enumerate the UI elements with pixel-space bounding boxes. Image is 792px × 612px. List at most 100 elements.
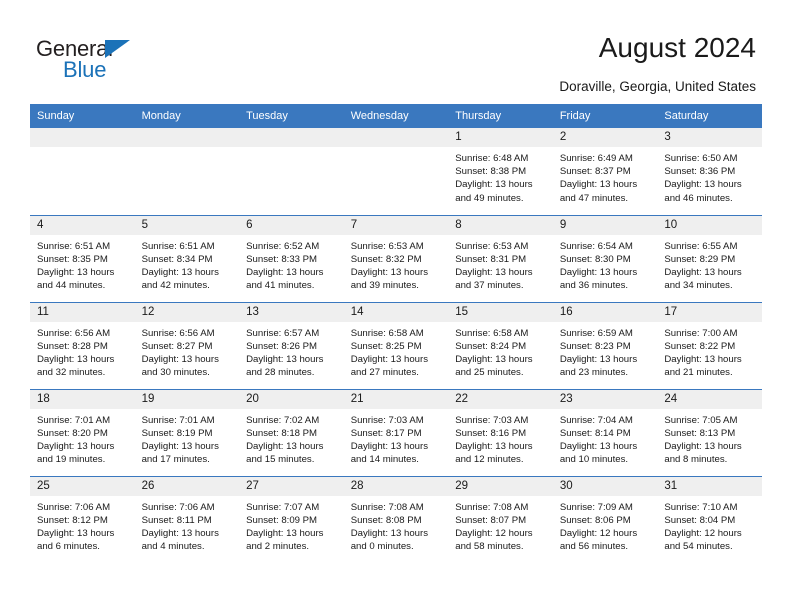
sunrise-time: Sunrise: 7:06 AM bbox=[37, 501, 111, 513]
calendar-day-cell[interactable]: 6 Sunrise: 6:52 AM Sunset: 8:33 PM Daylight… bbox=[239, 214, 344, 302]
calendar-day-cell[interactable]: 2 Sunrise: 6:49 AM Sunset: 8:37 PM Daylight… bbox=[552, 128, 658, 215]
sunrise-time: Sunrise: 6:48 AM bbox=[455, 153, 529, 164]
calendar-day-cell[interactable]: 18 Sunrise: 7:01 AM Sunset: 8:20 PM Dayligh… bbox=[30, 388, 135, 476]
daylight-duration-line1: Daylight: 13 hours bbox=[350, 440, 429, 452]
calendar-day-cell[interactable]: 5 Sunrise: 6:51 AM Sunset: 8:34 PM Daylight… bbox=[134, 214, 240, 302]
day-details: Sunrise: 7:03 AM Sunset: 8:16 PM Daylight:… bbox=[448, 409, 553, 467]
calendar-day-cell[interactable]: 30 Sunrise: 7:09 AM Sunset: 8:06 PM Dayligh… bbox=[552, 475, 658, 563]
calendar-day-cell[interactable]: 13 Sunrise: 6:57 AM Sunset: 8:26 PM Dayligh… bbox=[239, 301, 344, 389]
calendar-day-cell[interactable]: 28 Sunrise: 7:08 AM Sunset: 8:08 PM Dayligh… bbox=[343, 475, 449, 563]
daylight-duration-line2: and 47 minutes. bbox=[559, 192, 629, 204]
day-number: 1 bbox=[448, 128, 553, 147]
day-details: Sunrise: 7:01 AM Sunset: 8:19 PM Daylight:… bbox=[135, 409, 240, 467]
calendar-day-cell[interactable]: 9 Sunrise: 6:54 AM Sunset: 8:30 PM Daylight… bbox=[552, 214, 658, 302]
daylight-duration-line1: Daylight: 13 hours bbox=[37, 440, 115, 452]
calendar-day-cell[interactable]: 14 Sunrise: 6:58 AM Sunset: 8:25 PM Dayligh… bbox=[343, 301, 449, 389]
daylight-duration-line1: Daylight: 12 hours bbox=[559, 527, 638, 539]
day-details: Sunrise: 6:55 AM Sunset: 8:29 PM Daylight:… bbox=[657, 235, 762, 293]
daylight-duration-line2: and 58 minutes. bbox=[455, 541, 524, 553]
sunrise-time: Sunrise: 6:57 AM bbox=[246, 327, 320, 339]
sunrise-time: Sunrise: 7:00 AM bbox=[664, 327, 738, 339]
sunrise-time: Sunrise: 7:01 AM bbox=[141, 414, 215, 426]
daylight-duration-line1: Daylight: 13 hours bbox=[350, 353, 429, 365]
sunset-time: Sunset: 8:13 PM bbox=[664, 427, 736, 439]
sunset-time: Sunset: 8:29 PM bbox=[664, 253, 736, 265]
calendar-day-cell[interactable]: 7 Sunrise: 6:53 AM Sunset: 8:32 PM Daylight… bbox=[343, 214, 449, 302]
sunset-time: Sunset: 8:16 PM bbox=[455, 427, 527, 439]
daylight-duration-line1: Daylight: 13 hours bbox=[37, 266, 115, 278]
day-number: 17 bbox=[657, 302, 762, 322]
sunrise-time: Sunrise: 7:03 AM bbox=[350, 414, 424, 426]
daylight-duration-line1: Daylight: 13 hours bbox=[246, 527, 324, 539]
logo-text-blue: Blue bbox=[63, 57, 107, 82]
logo-triangle-icon bbox=[105, 40, 130, 58]
day-details: Sunrise: 7:04 AM Sunset: 8:14 PM Daylight:… bbox=[553, 409, 658, 467]
sunset-time: Sunset: 8:25 PM bbox=[350, 340, 422, 352]
calendar-day-cell-empty bbox=[134, 128, 240, 215]
day-details: Sunrise: 6:48 AM Sunset: 8:38 PM Daylight:… bbox=[448, 147, 553, 205]
day-number: 5 bbox=[134, 215, 240, 235]
daylight-duration-line2: and 42 minutes. bbox=[141, 280, 210, 292]
column-header-sunday: Sunday bbox=[30, 104, 135, 128]
daylight-duration-line1: Daylight: 13 hours bbox=[664, 353, 742, 365]
calendar-day-cell[interactable]: 16 Sunrise: 6:59 AM Sunset: 8:23 PM Dayligh… bbox=[552, 301, 658, 389]
daylight-duration-line2: and 28 minutes. bbox=[246, 367, 315, 379]
sunrise-time: Sunrise: 7:03 AM bbox=[455, 414, 529, 426]
day-number: 20 bbox=[239, 389, 344, 409]
sunrise-time: Sunrise: 6:58 AM bbox=[455, 327, 529, 339]
day-details: Sunrise: 7:00 AM Sunset: 8:22 PM Daylight:… bbox=[657, 322, 762, 380]
sunrise-time: Sunrise: 7:08 AM bbox=[350, 501, 424, 513]
calendar-day-cell[interactable]: 4 Sunrise: 6:51 AM Sunset: 8:35 PM Daylight… bbox=[30, 214, 135, 302]
calendar-day-cell[interactable]: 19 Sunrise: 7:01 AM Sunset: 8:19 PM Dayligh… bbox=[134, 388, 240, 476]
calendar-day-cell[interactable]: 24 Sunrise: 7:05 AM Sunset: 8:13 PM Dayligh… bbox=[657, 388, 762, 476]
sunrise-time: Sunrise: 6:52 AM bbox=[246, 240, 320, 252]
calendar-day-cell[interactable]: 23 Sunrise: 7:04 AM Sunset: 8:14 PM Dayligh… bbox=[552, 388, 658, 476]
daylight-duration-line1: Daylight: 13 hours bbox=[141, 440, 219, 452]
sunset-time: Sunset: 8:30 PM bbox=[559, 253, 631, 265]
calendar-day-cell[interactable]: 22 Sunrise: 7:03 AM Sunset: 8:16 PM Dayligh… bbox=[448, 388, 553, 476]
daylight-duration-line2: and 37 minutes. bbox=[455, 280, 524, 292]
day-details: Sunrise: 7:03 AM Sunset: 8:17 PM Daylight:… bbox=[344, 409, 449, 467]
sunset-time: Sunset: 8:36 PM bbox=[664, 166, 736, 178]
calendar-day-cell[interactable]: 3 Sunrise: 6:50 AM Sunset: 8:36 PM Daylight… bbox=[657, 128, 762, 215]
daylight-duration-line2: and 27 minutes. bbox=[350, 367, 419, 379]
calendar-day-cell[interactable]: 25 Sunrise: 7:06 AM Sunset: 8:12 PM Dayligh… bbox=[30, 475, 135, 563]
sunrise-time: Sunrise: 6:56 AM bbox=[141, 327, 215, 339]
sunrise-time: Sunrise: 6:53 AM bbox=[455, 240, 529, 252]
calendar-day-cell[interactable]: 17 Sunrise: 7:00 AM Sunset: 8:22 PM Dayligh… bbox=[657, 301, 762, 389]
daylight-duration-line2: and 12 minutes. bbox=[455, 454, 524, 466]
sunset-time: Sunset: 8:26 PM bbox=[246, 340, 318, 352]
calendar-body: 1 Sunrise: 6:48 AM Sunset: 8:38 PM Daylight… bbox=[30, 128, 762, 563]
calendar-day-cell[interactable]: 26 Sunrise: 7:06 AM Sunset: 8:11 PM Dayligh… bbox=[134, 475, 240, 563]
day-number: 22 bbox=[448, 389, 553, 409]
calendar-day-cell[interactable]: 21 Sunrise: 7:03 AM Sunset: 8:17 PM Dayligh… bbox=[343, 388, 449, 476]
calendar-day-cell[interactable]: 15 Sunrise: 6:58 AM Sunset: 8:24 PM Dayligh… bbox=[448, 301, 553, 389]
day-number: 31 bbox=[657, 476, 762, 496]
calendar-day-cell[interactable]: 27 Sunrise: 7:07 AM Sunset: 8:09 PM Dayligh… bbox=[239, 475, 344, 563]
sunrise-time: Sunrise: 7:02 AM bbox=[246, 414, 320, 426]
calendar-day-cell[interactable]: 31 Sunrise: 7:10 AM Sunset: 8:04 PM Dayligh… bbox=[657, 475, 762, 563]
calendar-day-cell[interactable]: 20 Sunrise: 7:02 AM Sunset: 8:18 PM Dayligh… bbox=[239, 388, 344, 476]
sunset-time: Sunset: 8:37 PM bbox=[559, 166, 631, 178]
calendar-day-cell[interactable]: 11 Sunrise: 6:56 AM Sunset: 8:28 PM Dayligh… bbox=[30, 301, 135, 389]
calendar-day-cell[interactable]: 1 Sunrise: 6:48 AM Sunset: 8:38 PM Daylight… bbox=[448, 128, 553, 215]
day-number: 24 bbox=[657, 389, 762, 409]
calendar-week-row: 25 Sunrise: 7:06 AM Sunset: 8:12 PM Dayligh… bbox=[30, 475, 762, 563]
sunset-time: Sunset: 8:14 PM bbox=[559, 427, 631, 439]
calendar-day-cell[interactable]: 10 Sunrise: 6:55 AM Sunset: 8:29 PM Dayligh… bbox=[657, 214, 762, 302]
day-details: Sunrise: 6:52 AM Sunset: 8:33 PM Daylight:… bbox=[239, 235, 344, 293]
daylight-duration-line2: and 54 minutes. bbox=[664, 541, 733, 553]
daylight-duration-line1: Daylight: 13 hours bbox=[350, 266, 429, 278]
day-details: Sunrise: 6:49 AM Sunset: 8:37 PM Daylight:… bbox=[553, 147, 658, 205]
sunrise-time: Sunrise: 6:58 AM bbox=[350, 327, 424, 339]
day-number bbox=[343, 128, 449, 147]
calendar-day-cell[interactable]: 29 Sunrise: 7:08 AM Sunset: 8:07 PM Dayligh… bbox=[448, 475, 553, 563]
daylight-duration-line2: and 41 minutes. bbox=[246, 280, 315, 292]
daylight-duration-line1: Daylight: 13 hours bbox=[141, 266, 219, 278]
sunrise-time: Sunrise: 7:10 AM bbox=[664, 501, 738, 513]
generalblue-logo: General Blue bbox=[36, 38, 156, 84]
day-details: Sunrise: 7:10 AM Sunset: 8:04 PM Daylight:… bbox=[657, 496, 762, 554]
calendar-day-cell[interactable]: 8 Sunrise: 6:53 AM Sunset: 8:31 PM Daylight… bbox=[448, 214, 553, 302]
sunrise-time: Sunrise: 6:55 AM bbox=[664, 240, 738, 252]
calendar-day-cell[interactable]: 12 Sunrise: 6:56 AM Sunset: 8:27 PM Dayligh… bbox=[134, 301, 240, 389]
